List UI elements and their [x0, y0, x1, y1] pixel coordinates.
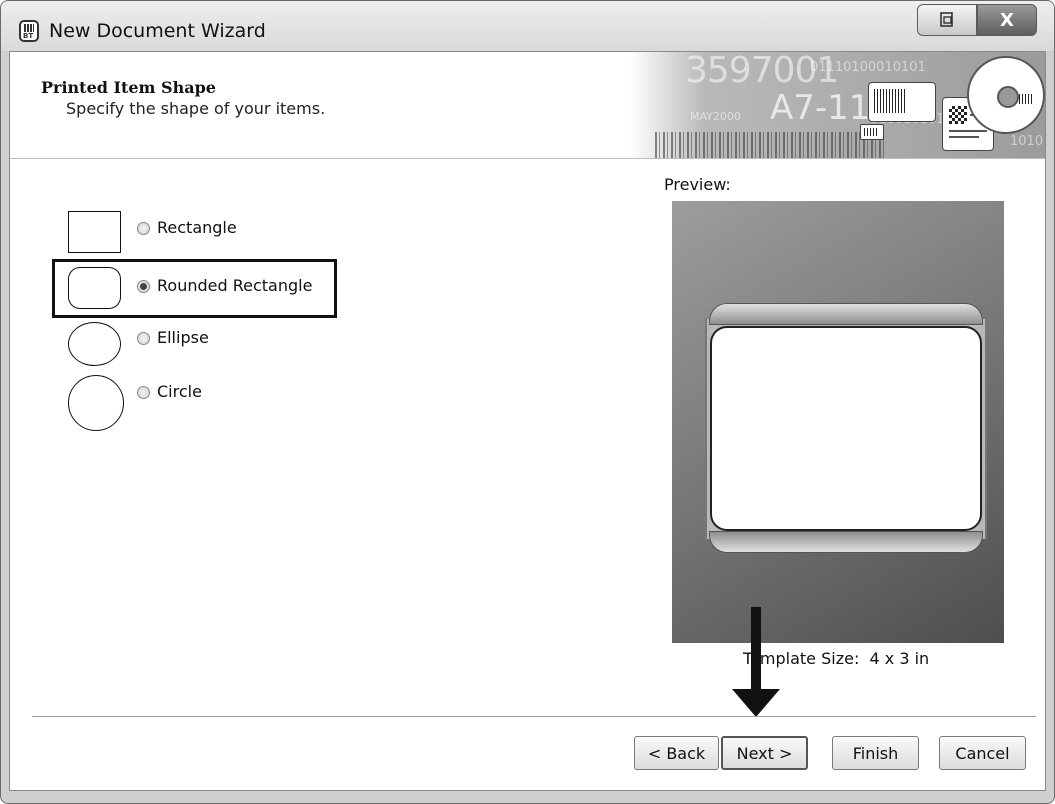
shape-option-rounded-rectangle[interactable]: Rounded Rectangle: [10, 263, 410, 313]
button-divider: [32, 716, 1036, 718]
header-banner-image: 3597001 A7-118 MAY2000 01110100010101 01…: [630, 52, 1045, 158]
label-roll-top-edge: [709, 303, 983, 325]
title-bar: BT New Document Wizard X: [1, 1, 1054, 51]
close-icon: X: [1000, 9, 1014, 31]
banner-barcode-strip: [655, 132, 885, 158]
wizard-header: Printed Item Shape Specify the shape of …: [10, 52, 1045, 159]
small-barcode-icon: [860, 124, 884, 140]
circle-radio[interactable]: [137, 386, 150, 399]
template-size-value: 4 x 3 in: [869, 649, 930, 668]
rectangle-label: Rectangle: [157, 218, 237, 237]
app-icon: BT: [19, 20, 39, 42]
ellipse-label: Ellipse: [157, 328, 209, 347]
rounded-rectangle-shape-icon: [68, 267, 121, 309]
preview-label: Preview:: [664, 175, 731, 194]
annotation-arrow-head: [732, 689, 780, 717]
banner-binary-1: 01110100010101: [810, 60, 926, 75]
disc-label-icon: [967, 56, 1045, 134]
next-button[interactable]: Next >: [721, 736, 808, 770]
ellipse-shape-icon: [68, 322, 121, 366]
barcode-label-icon: [868, 82, 936, 122]
preview-label-shape: [710, 326, 982, 531]
back-button[interactable]: < Back: [634, 736, 719, 770]
circle-shape-icon: [68, 375, 124, 431]
shape-option-rectangle[interactable]: Rectangle: [10, 208, 410, 258]
rectangle-radio[interactable]: [137, 222, 150, 235]
ellipse-radio[interactable]: [137, 332, 150, 345]
close-button[interactable]: X: [977, 4, 1037, 36]
banner-binary-3: 1010: [1010, 134, 1044, 149]
page-subtitle: Specify the shape of your items.: [66, 99, 326, 118]
window-title: New Document Wizard: [49, 20, 266, 42]
circle-label: Circle: [157, 382, 202, 401]
rounded-rectangle-label: Rounded Rectangle: [157, 276, 313, 295]
shape-option-ellipse[interactable]: Ellipse: [10, 320, 410, 370]
restore-button[interactable]: [917, 4, 977, 36]
rectangle-shape-icon: [68, 211, 121, 253]
restore-icon: [940, 12, 953, 27]
template-size-text: Template Size: 4 x 3 in: [743, 649, 929, 668]
app-icon-text: BT: [23, 32, 34, 40]
label-roll-bottom-edge: [709, 531, 983, 553]
cancel-button[interactable]: Cancel: [939, 736, 1026, 770]
page-title: Printed Item Shape: [41, 78, 216, 97]
annotation-arrow-shaft: [751, 607, 761, 689]
banner-small-text: MAY2000: [690, 110, 741, 123]
wizard-window: BT New Document Wizard X Printed Item Sh…: [0, 0, 1055, 804]
preview-panel: [672, 201, 1004, 643]
shape-option-circle[interactable]: Circle: [10, 370, 410, 438]
finish-button[interactable]: Finish: [832, 736, 919, 770]
wizard-client-area: Printed Item Shape Specify the shape of …: [9, 51, 1046, 791]
wizard-content: Rectangle Rounded Rectangle Ellipse Circ…: [10, 158, 1045, 790]
rounded-rectangle-radio[interactable]: [137, 280, 150, 293]
